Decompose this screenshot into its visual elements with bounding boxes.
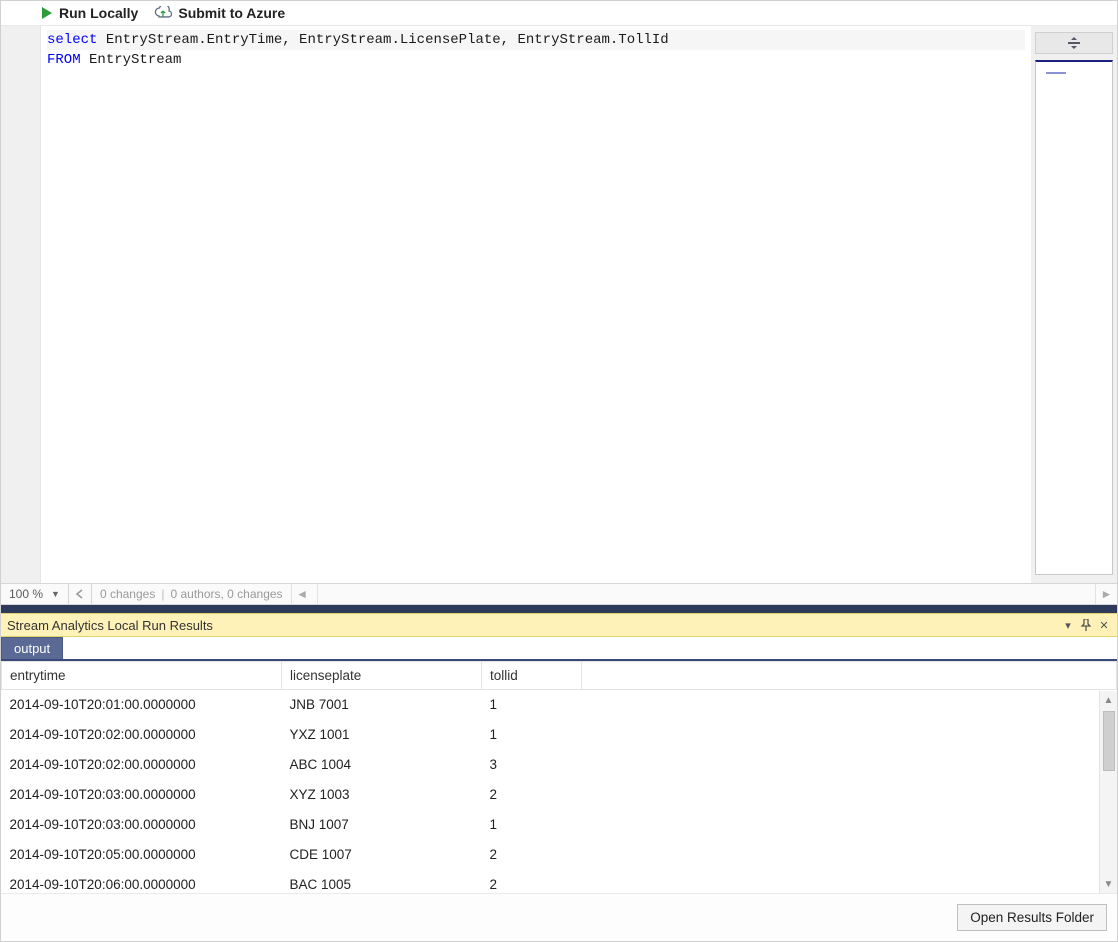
run-locally-label: Run Locally: [59, 5, 138, 21]
panel-divider[interactable]: [1, 605, 1117, 613]
zoom-level: 100 %: [9, 587, 43, 601]
table-header-row: entrytime licenseplate tollid: [2, 662, 1117, 690]
table-row[interactable]: 2014-09-10T20:06:00.0000000BAC 10052: [2, 870, 1117, 900]
tab-output-label: output: [14, 641, 50, 656]
table-row[interactable]: 2014-09-10T20:03:00.0000000XYZ 10032: [2, 780, 1117, 810]
cell-tollid: 1: [482, 810, 582, 840]
editor-gutter: [1, 26, 41, 583]
submit-azure-label: Submit to Azure: [178, 5, 285, 21]
cell-spacer: [582, 750, 1117, 780]
col-header-spacer: [582, 662, 1117, 690]
cell-tollid: 3: [482, 750, 582, 780]
open-results-folder-label: Open Results Folder: [970, 910, 1094, 925]
col-header-tollid[interactable]: tollid: [482, 662, 582, 690]
cell-spacer: [582, 720, 1117, 750]
col-header-licenseplate[interactable]: licenseplate: [282, 662, 482, 690]
results-scrollbar[interactable]: ▲ ▼: [1099, 691, 1117, 893]
play-icon: [41, 6, 53, 20]
table-row[interactable]: 2014-09-10T20:02:00.0000000YXZ 10011: [2, 720, 1117, 750]
cell-spacer: [582, 870, 1117, 900]
scroll-up-icon[interactable]: ▲: [1100, 691, 1117, 709]
results-footer: Open Results Folder: [1, 893, 1117, 941]
editor-toolbar: Run Locally Submit to Azure: [1, 1, 1117, 26]
cell-entrytime: 2014-09-10T20:02:00.0000000: [2, 720, 282, 750]
cell-entrytime: 2014-09-10T20:02:00.0000000: [2, 750, 282, 780]
zoom-selector[interactable]: 100 % ▼: [1, 584, 69, 604]
table-row[interactable]: 2014-09-10T20:02:00.0000000ABC 10043: [2, 750, 1117, 780]
code-minimap[interactable]: [1035, 60, 1113, 575]
scroll-thumb[interactable]: [1103, 711, 1115, 771]
cell-entrytime: 2014-09-10T20:06:00.0000000: [2, 870, 282, 900]
split-handle[interactable]: [1035, 32, 1113, 54]
history-prev-button[interactable]: ◄: [291, 584, 313, 604]
cell-entrytime: 2014-09-10T20:05:00.0000000: [2, 840, 282, 870]
cell-licenseplate: BNJ 1007: [282, 810, 482, 840]
cell-spacer: [582, 690, 1117, 721]
cell-tollid: 1: [482, 690, 582, 721]
history-back-button[interactable]: [69, 584, 92, 604]
open-results-folder-button[interactable]: Open Results Folder: [957, 904, 1107, 931]
results-table: entrytime licenseplate tollid 2014-09-10…: [1, 661, 1117, 900]
results-panel-title: Stream Analytics Local Run Results: [7, 618, 1059, 633]
scroll-down-icon[interactable]: ▼: [1100, 875, 1117, 893]
cell-tollid: 1: [482, 720, 582, 750]
results-panel-titlebar: Stream Analytics Local Run Results ▾ ✕: [1, 613, 1117, 637]
cell-licenseplate: XYZ 1003: [282, 780, 482, 810]
cell-entrytime: 2014-09-10T20:03:00.0000000: [2, 810, 282, 840]
pin-icon[interactable]: [1077, 616, 1095, 634]
cell-licenseplate: BAC 1005: [282, 870, 482, 900]
table-row[interactable]: 2014-09-10T20:05:00.0000000CDE 10072: [2, 840, 1117, 870]
results-table-wrap: entrytime licenseplate tollid 2014-09-10…: [1, 661, 1117, 893]
minimap-column: [1031, 26, 1117, 583]
cell-entrytime: 2014-09-10T20:03:00.0000000: [2, 780, 282, 810]
col-header-entrytime[interactable]: entrytime: [2, 662, 282, 690]
app-window: Run Locally Submit to Azure select Entry…: [0, 0, 1118, 942]
cell-tollid: 2: [482, 870, 582, 900]
cell-tollid: 2: [482, 780, 582, 810]
cell-spacer: [582, 810, 1117, 840]
changes-info: 0 changes | 0 authors, 0 changes: [92, 587, 291, 601]
history-next-button[interactable]: ►: [1095, 584, 1117, 604]
run-locally-button[interactable]: Run Locally: [41, 5, 138, 21]
chevron-down-icon: ▼: [51, 589, 60, 599]
code-editor[interactable]: select EntryStream.EntryTime, EntryStrea…: [41, 26, 1031, 583]
cell-spacer: [582, 840, 1117, 870]
panel-menu-icon[interactable]: ▾: [1059, 616, 1077, 634]
cell-spacer: [582, 780, 1117, 810]
separator: |: [161, 587, 164, 601]
submit-azure-button[interactable]: Submit to Azure: [154, 5, 285, 21]
cell-licenseplate: CDE 1007: [282, 840, 482, 870]
cloud-upload-icon: [154, 6, 172, 20]
cell-tollid: 2: [482, 840, 582, 870]
results-tabs: output: [1, 637, 1117, 661]
editor-row: select EntryStream.EntryTime, EntryStrea…: [1, 26, 1117, 583]
cell-licenseplate: JNB 7001: [282, 690, 482, 721]
tab-output[interactable]: output: [1, 637, 63, 659]
cell-entrytime: 2014-09-10T20:01:00.0000000: [2, 690, 282, 721]
authors-changes: 0 authors, 0 changes: [170, 587, 282, 601]
changes-count: 0 changes: [100, 587, 155, 601]
table-row[interactable]: 2014-09-10T20:03:00.0000000BNJ 10071: [2, 810, 1117, 840]
cell-licenseplate: ABC 1004: [282, 750, 482, 780]
table-row[interactable]: 2014-09-10T20:01:00.0000000JNB 70011: [2, 690, 1117, 721]
status-spacer: [317, 584, 1095, 604]
close-icon[interactable]: ✕: [1095, 616, 1113, 634]
editor-status-strip: 100 % ▼ 0 changes | 0 authors, 0 changes…: [1, 583, 1117, 605]
cell-licenseplate: YXZ 1001: [282, 720, 482, 750]
